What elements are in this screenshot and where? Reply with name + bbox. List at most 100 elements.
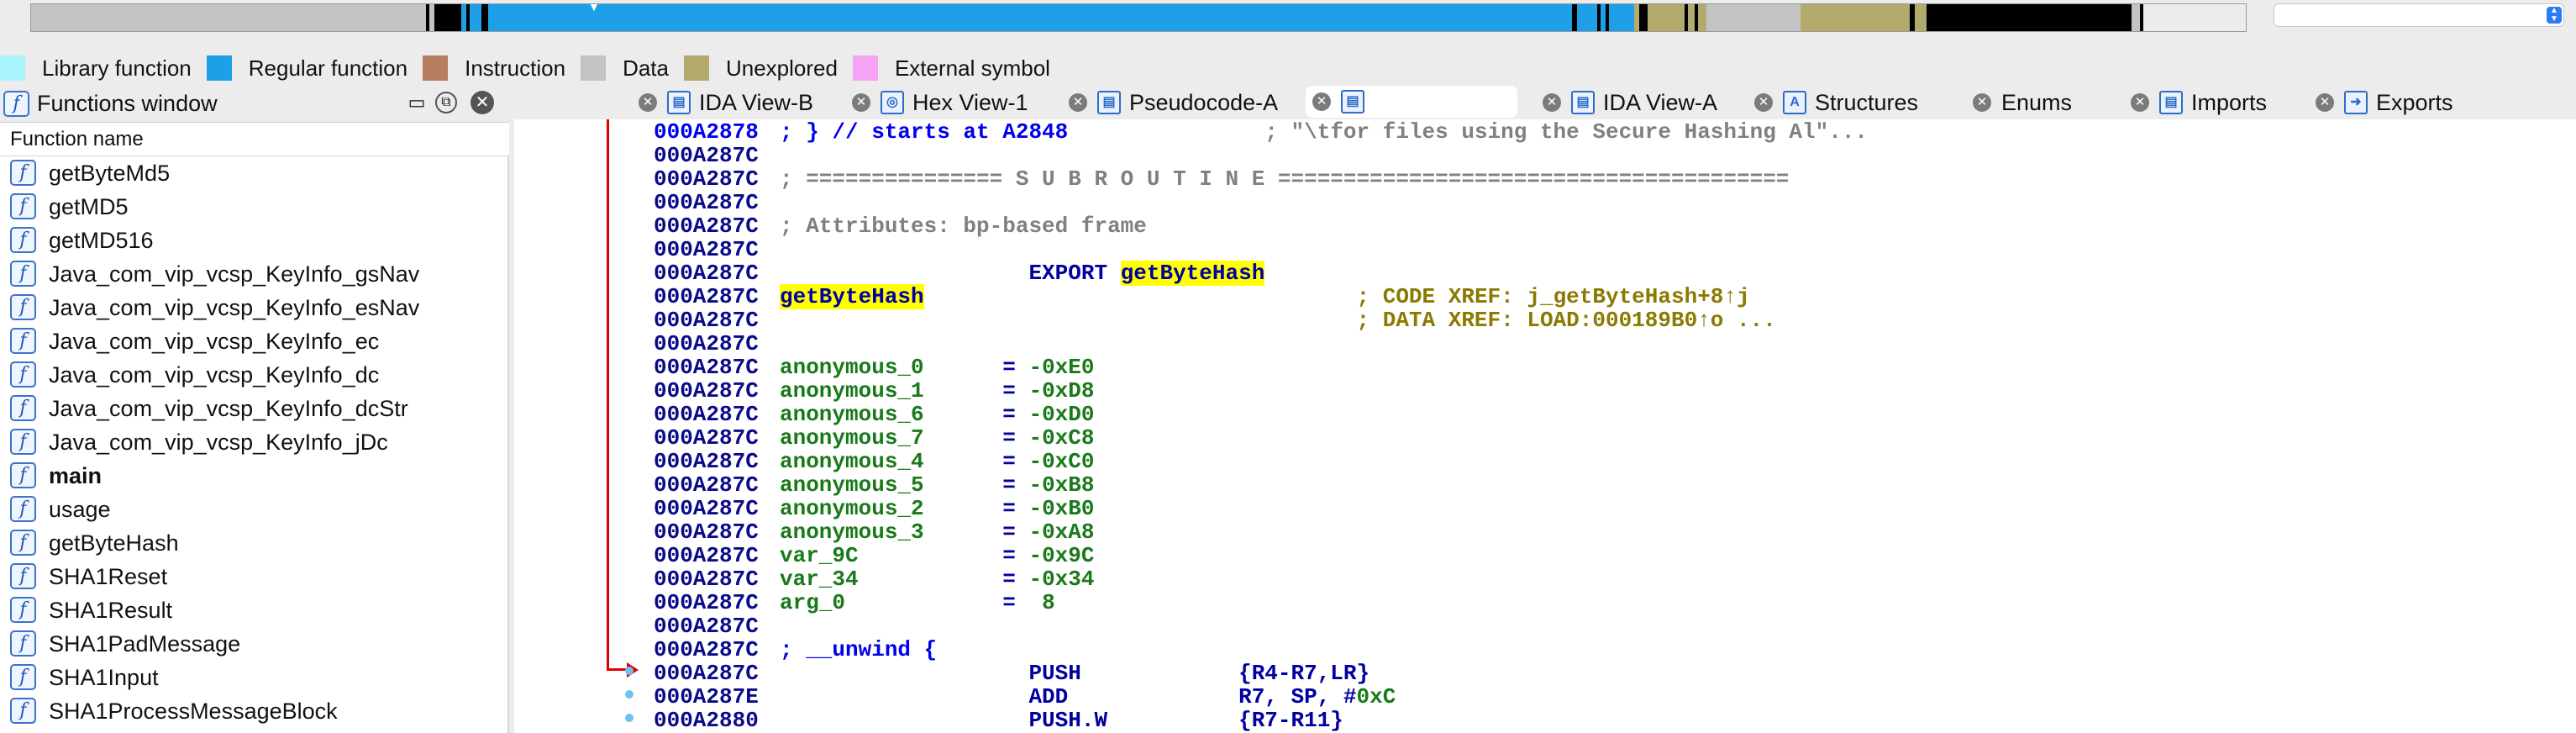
address: 000A287C xyxy=(654,143,759,168)
legend-label: Data xyxy=(623,55,669,81)
tab-ida-view-a[interactable]: ✕ ▤ IDA View-A xyxy=(1543,87,1717,118)
function-icon: f xyxy=(10,597,36,623)
legend-swatch xyxy=(423,55,449,81)
navigation-segment xyxy=(1648,4,1685,31)
navigation-segment xyxy=(1801,4,1910,31)
function-list-item[interactable]: f SHA1PadMessage xyxy=(0,627,509,661)
disasm-text: ; __unwind { xyxy=(780,637,937,662)
tab-structures[interactable]: ✕ A Structures xyxy=(1754,87,1918,118)
disasm-token: = xyxy=(923,355,1029,380)
tab-close-icon[interactable]: ✕ xyxy=(2316,93,2334,112)
function-list-item[interactable]: f Java_com_vip_vcsp_KeyInfo_ec xyxy=(0,324,509,358)
function-list-item[interactable]: f Java_com_vip_vcsp_KeyInfo_dc xyxy=(0,358,509,392)
disasm-token: {R4-R7,LR} xyxy=(1238,661,1370,686)
address: 000A287C xyxy=(654,331,759,356)
tab-hex-view-1[interactable]: ✕ ◎ Hex View-1 xyxy=(852,87,1028,118)
function-list-item[interactable]: f getByteHash xyxy=(0,526,509,560)
function-name-column-header[interactable]: Function name xyxy=(0,123,509,156)
tab-close-icon[interactable]: ✕ xyxy=(1754,93,1773,112)
disasm-text: arg_0 = 8 xyxy=(780,590,1055,615)
close-icon[interactable]: ✕ xyxy=(471,91,494,114)
combobox-spinner-icon[interactable]: ▲ ▼ xyxy=(2547,7,2562,24)
legend-swatch xyxy=(683,55,709,81)
tab-close-icon[interactable]: ✕ xyxy=(1973,93,1991,112)
function-list-item[interactable]: f Java_com_vip_vcsp_KeyInfo_dcStr xyxy=(0,392,509,425)
disasm-token: -0x9C xyxy=(1028,543,1095,568)
tab-ida-view-b[interactable]: ✕ ▤ IDA View-B xyxy=(639,87,813,118)
highlighted-symbol[interactable]: getByteHash xyxy=(1120,261,1265,286)
highlighted-symbol[interactable]: getByteHash xyxy=(780,284,924,309)
disasm-token: ; "\tfor files using the Secure Hashing … xyxy=(1068,119,1869,145)
tab-label: Enums xyxy=(2001,89,2073,115)
tab-imports[interactable]: ✕ ▤ Imports xyxy=(2131,87,2267,118)
legend-label: Library function xyxy=(42,55,192,81)
disasm-token: 8 xyxy=(1042,590,1055,615)
disasm-token: ; Attributes: bp-based frame xyxy=(780,214,1147,239)
navigation-segment xyxy=(2140,4,2143,31)
function-list-item[interactable]: f SHA1ProcessMessageBlock xyxy=(0,694,509,728)
tab-close-icon[interactable]: ✕ xyxy=(1312,92,1331,111)
function-name: main xyxy=(49,463,103,488)
hex-view-icon: ◎ xyxy=(881,91,904,114)
disasm-text: PUSH {R4-R7,LR} xyxy=(780,661,1369,686)
disasm-text: ; } // starts at A2848 ; "\tfor files us… xyxy=(780,119,1868,145)
disasm-text: ; =============== S U B R O U T I N E ==… xyxy=(780,166,1789,192)
function-icon: f xyxy=(10,261,36,287)
tab-exports[interactable]: ✕ ➜ Exports xyxy=(2316,87,2453,118)
navigation-segment xyxy=(488,4,1572,31)
navigation-combobox[interactable]: ▲ ▼ xyxy=(2274,3,2564,27)
function-list-item[interactable]: f main xyxy=(0,459,509,493)
function-name: Java_com_vip_vcsp_KeyInfo_ec xyxy=(49,329,380,354)
function-list-item[interactable]: f usage xyxy=(0,493,509,526)
disasm-token: -0xD8 xyxy=(1028,378,1095,403)
tab-pseudocode-a[interactable]: ✕ ▤ Pseudocode-A xyxy=(1069,87,1278,118)
navigation-overview-strip[interactable] xyxy=(30,3,2247,32)
functions-list: f getByteMd5 f getMD5 f getMD516 f Java_com_vip… xyxy=(0,156,509,728)
function-list-item[interactable]: f getMD5 xyxy=(0,190,509,224)
function-list-item[interactable]: f Java_com_vip_vcsp_KeyInfo_esNav xyxy=(0,291,509,324)
tab-close-icon[interactable]: ✕ xyxy=(1069,93,1087,112)
tab-close-icon[interactable]: ✕ xyxy=(852,93,870,112)
breakpoint-dot-icon[interactable] xyxy=(625,690,633,699)
disasm-token: = xyxy=(923,496,1029,521)
disasm-token: EXPORT xyxy=(780,261,1121,286)
breakpoint-dot-icon[interactable] xyxy=(625,714,633,722)
legend-swatch xyxy=(581,55,607,81)
address: 000A2878 xyxy=(654,119,759,145)
tab-close-icon[interactable]: ✕ xyxy=(639,93,657,112)
disasm-token: PUSH xyxy=(780,661,1239,686)
disasm-token: ; __unwind { xyxy=(780,637,938,662)
disasm-token: -0xB8 xyxy=(1028,472,1095,498)
tab-enums[interactable]: ✕ Enums xyxy=(1973,87,2072,118)
function-list-item[interactable]: f SHA1Input xyxy=(0,661,509,694)
tab-close-icon[interactable]: ✕ xyxy=(2131,93,2149,112)
disassembly-view[interactable]: 000A2878 ; } // starts at A2848 ; "\tfor … xyxy=(514,119,2576,733)
function-name: Java_com_vip_vcsp_KeyInfo_gsNav xyxy=(49,261,420,287)
disasm-text: ADD R7, SP, #0xC xyxy=(780,684,1396,709)
function-list-item[interactable]: f getByteMd5 xyxy=(0,156,509,190)
tab-close-icon[interactable]: ✕ xyxy=(1543,93,1561,112)
disasm-token: -0xC8 xyxy=(1028,425,1095,451)
disasm-token: anonymous_4 xyxy=(780,449,924,474)
tab-untitled[interactable]: ✕ ▤ xyxy=(1306,86,1517,118)
legend-swatch xyxy=(852,55,878,81)
function-name: getMD516 xyxy=(49,228,154,253)
function-list-item[interactable]: f getMD516 xyxy=(0,224,509,257)
navigation-segment xyxy=(1698,4,1706,31)
breakpoint-dot-icon[interactable] xyxy=(625,667,633,675)
disasm-token: {R7-R11} xyxy=(1238,708,1343,733)
maximize-icon[interactable]: ▭ xyxy=(403,89,430,116)
function-list-item[interactable]: f Java_com_vip_vcsp_KeyInfo_jDc xyxy=(0,425,509,459)
function-icon: f xyxy=(10,530,36,556)
function-list-item[interactable]: f Java_com_vip_vcsp_KeyInfo_gsNav xyxy=(0,257,509,291)
function-name: getMD5 xyxy=(49,194,129,219)
function-list-item[interactable]: f SHA1Reset xyxy=(0,560,509,593)
function-icon: f xyxy=(10,462,36,488)
restore-icon[interactable]: ⧉ xyxy=(435,92,457,113)
tab-label: Imports xyxy=(2191,89,2268,115)
disasm-token: anonymous_7 xyxy=(780,425,924,451)
disasm-token: anonymous_1 xyxy=(780,378,924,403)
function-name: SHA1Input xyxy=(49,665,159,690)
function-list-item[interactable]: f SHA1Result xyxy=(0,593,509,627)
disasm-token: ADD xyxy=(780,684,1239,709)
